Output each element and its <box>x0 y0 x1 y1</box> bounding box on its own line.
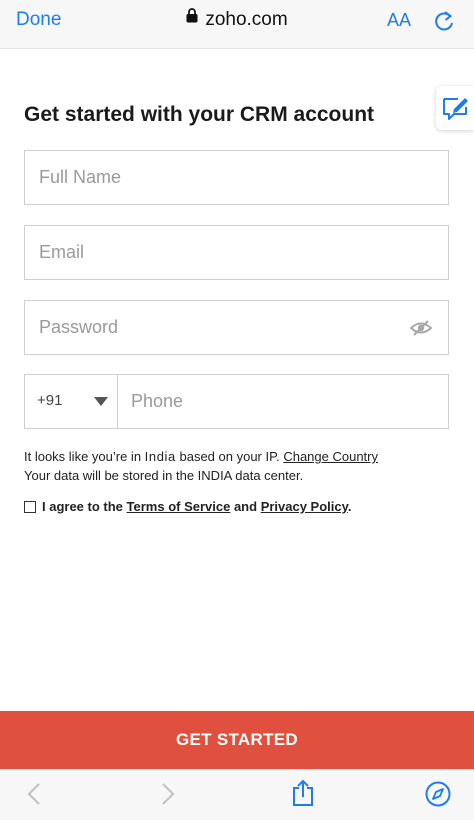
browser-top-bar: Done zoho.com AA <box>0 0 474 49</box>
text-size-label: AA <box>387 10 412 30</box>
detected-country: India <box>144 449 176 464</box>
password-field-box <box>24 300 449 355</box>
agree-suffix: . <box>347 499 352 514</box>
text-size-button[interactable]: AA <box>387 10 411 31</box>
full-name-field-box <box>24 150 449 205</box>
browser-bottom-toolbar <box>0 769 474 820</box>
compass-icon[interactable] <box>425 781 451 812</box>
agreement-row: I agree to the Terms of Service and Priv… <box>24 499 352 514</box>
email-field-box <box>24 225 449 280</box>
location-middle: based on your IP. <box>175 449 284 464</box>
dropdown-arrow-icon <box>94 397 108 406</box>
agree-and: and <box>230 499 261 514</box>
email-input[interactable] <box>25 226 448 279</box>
full-name-input[interactable] <box>25 151 448 204</box>
password-input[interactable] <box>25 301 448 354</box>
share-icon[interactable] <box>291 779 315 812</box>
feedback-button[interactable] <box>436 86 474 130</box>
eye-hidden-icon[interactable] <box>409 318 433 343</box>
agree-prefix: I agree to the <box>42 499 127 514</box>
country-code-value: +91 <box>37 392 63 409</box>
phone-field-box: +91 <box>24 374 450 429</box>
url-text: zoho.com <box>205 9 288 31</box>
location-note: It looks like you’re in India based on y… <box>24 447 378 485</box>
location-prefix: It looks like you’re in <box>24 449 145 464</box>
change-country-link[interactable]: Change Country <box>283 449 378 464</box>
phone-input[interactable] <box>117 375 450 428</box>
edit-feedback-icon <box>443 98 468 120</box>
reload-icon[interactable] <box>433 9 455 38</box>
country-code-select[interactable]: +91 <box>25 375 118 428</box>
terms-of-service-link[interactable]: Terms of Service <box>127 499 231 514</box>
agree-checkbox[interactable] <box>24 500 36 513</box>
data-center-note: Your data will be stored in the INDIA da… <box>24 468 304 483</box>
chevron-left-icon[interactable] <box>26 782 42 811</box>
page-title: Get started with your CRM account <box>24 103 375 126</box>
lock-icon <box>186 7 198 29</box>
get-started-button[interactable]: GET STARTED <box>0 711 474 769</box>
chevron-right-icon[interactable] <box>160 782 176 811</box>
privacy-policy-link[interactable]: Privacy Policy <box>261 499 348 514</box>
